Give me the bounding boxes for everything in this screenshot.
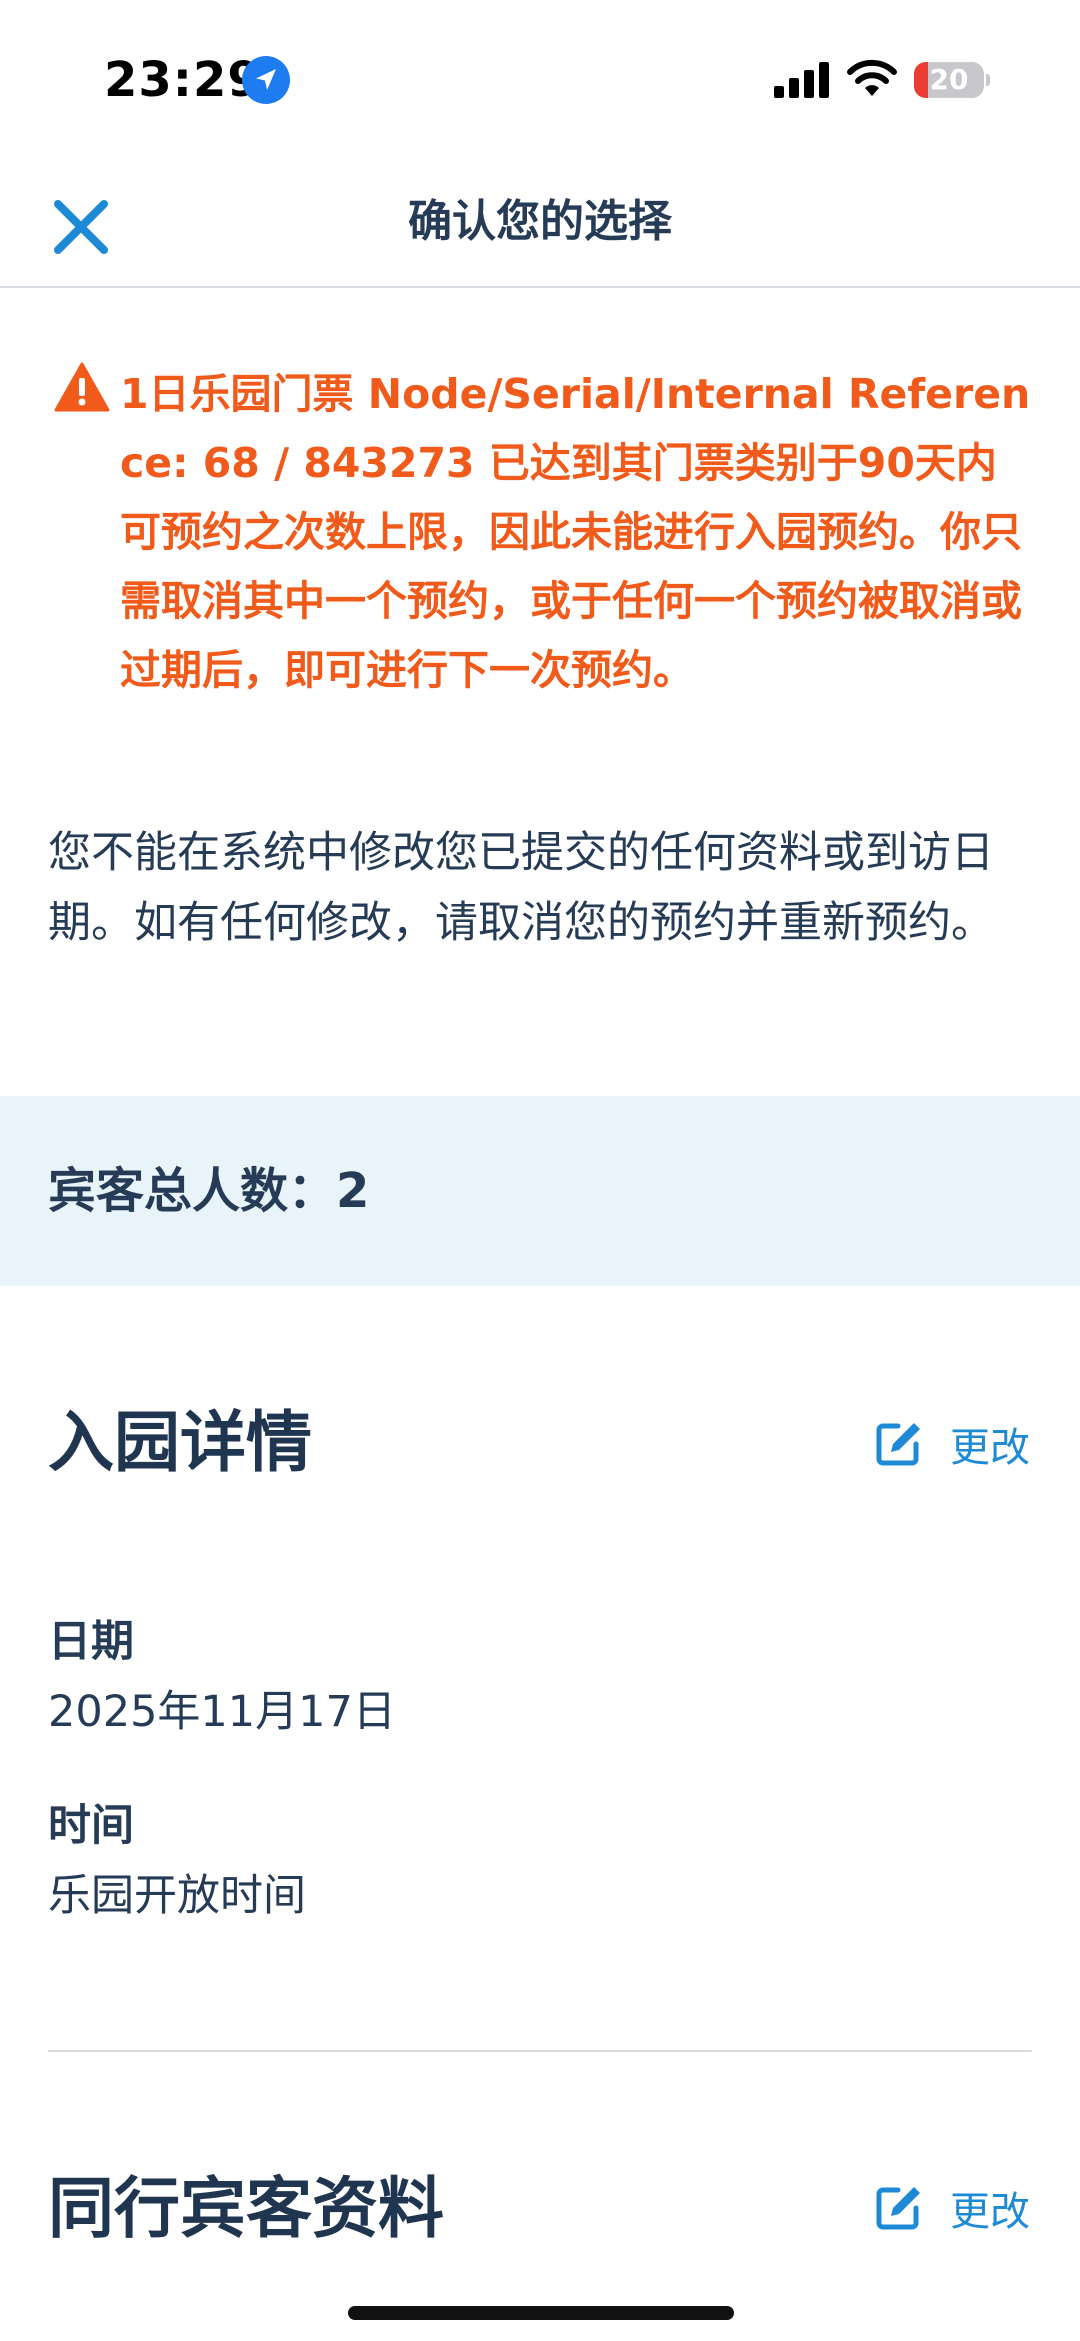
status-time: 23:29: [104, 52, 262, 108]
location-arrow-icon: [242, 56, 290, 104]
status-bar: 23:29 20: [0, 0, 1080, 150]
home-indicator[interactable]: [348, 2306, 734, 2320]
cellular-signal-icon: [774, 62, 829, 98]
wifi-icon: [847, 59, 897, 96]
battery-cap: [986, 74, 990, 86]
header-bar: 确认您的选择: [0, 150, 1080, 288]
warning-triangle-icon: [54, 362, 110, 412]
edit-label: 更改: [950, 2189, 1030, 2235]
date-label: 日期: [48, 1617, 134, 1667]
battery-body: 20: [914, 62, 984, 98]
edit-label: 更改: [950, 1425, 1030, 1471]
guest-total: 宾客总人数：2: [48, 1163, 370, 1219]
warning-message: 1日乐园门票 Node/Serial/Internal Reference: 6…: [120, 370, 1031, 694]
edit-icon: [876, 2187, 920, 2230]
booking-limit-warning: 1日乐园门票 Node/Serial/Internal Reference: 6…: [54, 360, 1034, 705]
companions-title: 同行宾客资料: [48, 2170, 444, 2247]
time-value: 乐园开放时间: [48, 1871, 306, 1921]
entry-details-title: 入园详情: [48, 1404, 312, 1481]
page-title: 确认您的选择: [408, 196, 672, 247]
date-value: 2025年11月17日: [48, 1687, 396, 1737]
guest-summary-band: 宾客总人数：2: [0, 1096, 1080, 1286]
section-divider: [48, 2050, 1032, 2052]
battery-level: 20: [929, 63, 969, 96]
companions-edit-button[interactable]: 更改: [874, 2182, 1044, 2242]
entry-details-edit-button[interactable]: 更改: [874, 1418, 1044, 1478]
time-label: 时间: [48, 1801, 134, 1851]
battery-indicator: 20: [914, 62, 990, 98]
edit-icon: [876, 1423, 920, 1466]
modification-notice: 您不能在系统中修改您已提交的任何资料或到访日期。如有任何修改，请取消您的预约并重…: [48, 828, 994, 948]
confirm-selection-screen: 23:29 20 确认您的选择 1日乐园门票 Node/Serial/Inter…: [0, 0, 1080, 2341]
